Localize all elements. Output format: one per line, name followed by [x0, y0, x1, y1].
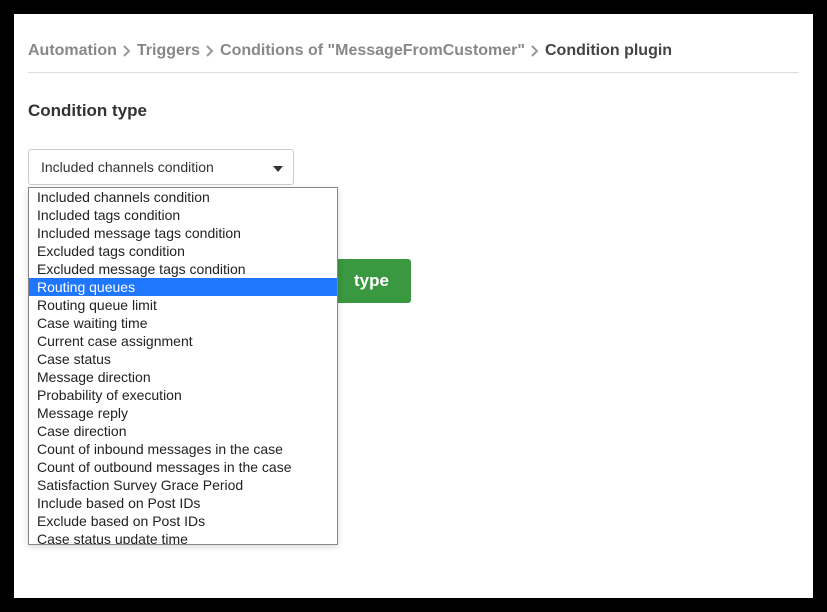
dropdown-option[interactable]: Routing queues — [29, 278, 337, 296]
dropdown-option[interactable]: Case direction — [29, 422, 337, 440]
dropdown-option[interactable]: Case status update time — [29, 530, 337, 545]
breadcrumb-item-conditions[interactable]: Conditions of "MessageFromCustomer" — [220, 42, 525, 60]
breadcrumb: Automation Triggers Conditions of "Messa… — [28, 42, 799, 73]
dropdown-option[interactable]: Satisfaction Survey Grace Period — [29, 476, 337, 494]
dropdown-option[interactable]: Current case assignment — [29, 332, 337, 350]
dropdown-option[interactable]: Exclude based on Post IDs — [29, 512, 337, 530]
dropdown-option[interactable]: Probability of execution — [29, 386, 337, 404]
condition-type-select-wrap: Included channels condition Included cha… — [28, 149, 294, 185]
dropdown-option[interactable]: Case waiting time — [29, 314, 337, 332]
dropdown-option[interactable]: Include based on Post IDs — [29, 494, 337, 512]
breadcrumb-item-automation[interactable]: Automation — [28, 42, 117, 60]
dropdown-option[interactable]: Message direction — [29, 368, 337, 386]
dropdown-option[interactable]: Included message tags condition — [29, 224, 337, 242]
dropdown-option[interactable]: Case status — [29, 350, 337, 368]
dropdown-option[interactable]: Excluded tags condition — [29, 242, 337, 260]
dropdown-option[interactable]: Message reply — [29, 404, 337, 422]
dropdown-option[interactable]: Included channels condition — [29, 188, 337, 206]
dropdown-option[interactable]: Excluded message tags condition — [29, 260, 337, 278]
page-root: Automation Triggers Conditions of "Messa… — [14, 14, 813, 598]
page-title: Condition type — [28, 101, 799, 121]
breadcrumb-item-triggers[interactable]: Triggers — [137, 42, 200, 60]
dropdown-option[interactable]: Routing queue limit — [29, 296, 337, 314]
chevron-right-icon — [531, 45, 539, 57]
dropdown-option[interactable]: Count of outbound messages in the case — [29, 458, 337, 476]
condition-type-select[interactable]: Included channels condition — [28, 149, 294, 185]
chevron-right-icon — [206, 45, 214, 57]
chevron-right-icon — [123, 45, 131, 57]
submit-button[interactable]: type — [332, 259, 411, 303]
select-value: Included channels condition — [41, 159, 214, 175]
chevron-down-icon — [273, 159, 283, 175]
dropdown-option[interactable]: Count of inbound messages in the case — [29, 440, 337, 458]
condition-type-dropdown[interactable]: Included channels conditionIncluded tags… — [28, 187, 338, 545]
dropdown-option[interactable]: Included tags condition — [29, 206, 337, 224]
breadcrumb-item-current: Condition plugin — [545, 42, 672, 60]
